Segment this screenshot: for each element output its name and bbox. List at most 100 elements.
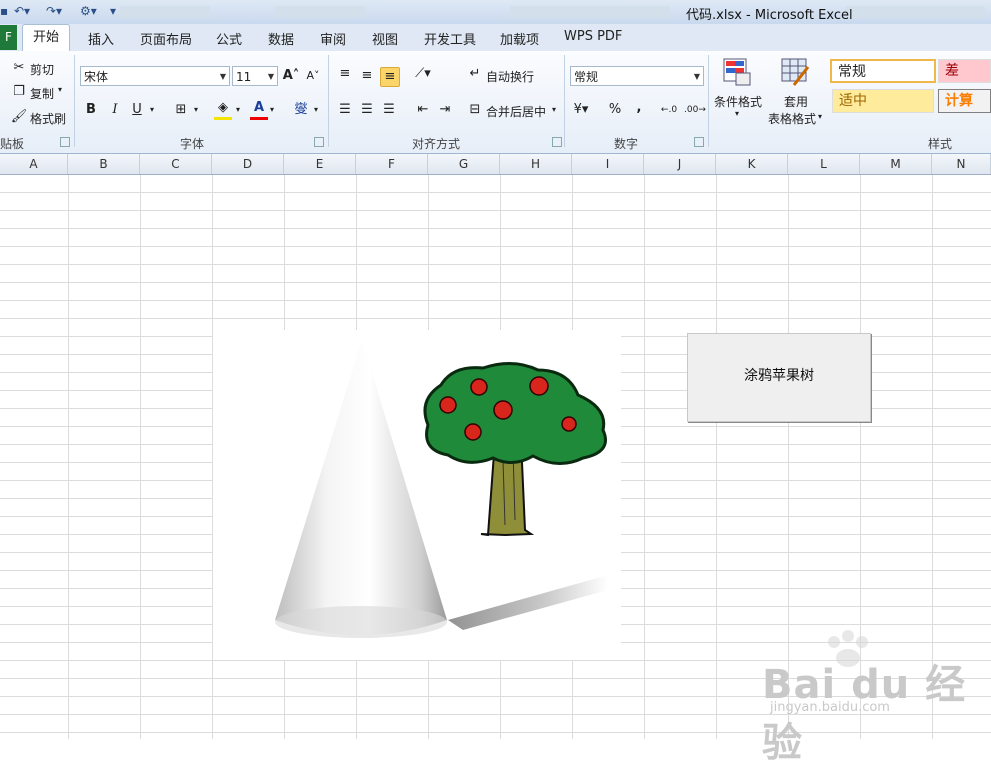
- quick-access-icon[interactable]: ⚙▾: [80, 4, 97, 20]
- format-as-table-icon[interactable]: [780, 57, 810, 87]
- column-header[interactable]: A: [0, 154, 68, 174]
- format-as-table-label-1[interactable]: 套用: [784, 93, 808, 110]
- conditional-format-icon[interactable]: [722, 57, 752, 87]
- title-bar: ▪ ↶▾ ↷▾ ⚙▾ ▾ 代码.xlsx - Microsoft Excel: [0, 0, 991, 24]
- format-painter-button[interactable]: 格式刷: [30, 110, 66, 127]
- chevron-down-icon[interactable]: ▾: [150, 105, 154, 114]
- undo-icon[interactable]: ↶▾: [14, 4, 30, 20]
- percent-button[interactable]: %: [606, 101, 624, 119]
- tab-review[interactable]: 审阅: [320, 29, 346, 48]
- watermark-url: jingyan.baidu.com: [770, 700, 890, 715]
- bold-button[interactable]: B: [82, 101, 100, 119]
- style-normal[interactable]: 常规: [830, 59, 936, 83]
- group-divider: [708, 55, 709, 147]
- tab-developer[interactable]: 开发工具: [424, 29, 476, 48]
- font-name-value: 宋体: [84, 70, 109, 84]
- tab-file[interactable]: F: [0, 25, 17, 50]
- dialog-launcher-icon[interactable]: [694, 137, 704, 147]
- align-top-icon[interactable]: ≡: [336, 65, 354, 83]
- increase-indent-icon[interactable]: ⇥: [436, 101, 454, 119]
- column-header[interactable]: L: [788, 154, 860, 174]
- align-middle-icon[interactable]: ≡: [358, 67, 376, 85]
- align-right-icon[interactable]: ☰: [380, 101, 398, 119]
- currency-icon[interactable]: ¥▾: [572, 101, 590, 119]
- shrink-font-icon[interactable]: A˅: [304, 67, 322, 85]
- group-divider: [328, 55, 329, 147]
- dialog-launcher-icon[interactable]: [552, 137, 562, 147]
- column-header[interactable]: N: [932, 154, 991, 174]
- fill-color-icon[interactable]: ◈: [214, 99, 232, 120]
- tab-wps-pdf[interactable]: WPS PDF: [564, 29, 622, 44]
- style-bad[interactable]: 差: [938, 59, 991, 83]
- column-header[interactable]: I: [572, 154, 644, 174]
- align-left-icon[interactable]: ☰: [336, 101, 354, 119]
- chevron-down-icon[interactable]: ▾: [552, 105, 556, 114]
- chevron-down-icon[interactable]: ▾: [735, 109, 739, 118]
- tab-insert[interactable]: 插入: [88, 29, 114, 48]
- align-bottom-icon[interactable]: ≡: [380, 67, 400, 87]
- save-icon[interactable]: ▪: [0, 4, 8, 20]
- column-header[interactable]: M: [860, 154, 932, 174]
- font-color-button[interactable]: A: [250, 99, 268, 120]
- copy-button[interactable]: 复制: [30, 85, 54, 102]
- column-header[interactable]: C: [140, 154, 212, 174]
- group-label-clipboard: 贴板: [0, 137, 25, 151]
- column-header[interactable]: E: [284, 154, 356, 174]
- merge-center-button[interactable]: 合并后居中: [486, 103, 546, 120]
- phonetic-button[interactable]: 燮: [292, 101, 310, 119]
- grow-font-icon[interactable]: A˄: [282, 67, 300, 85]
- column-header[interactable]: K: [716, 154, 788, 174]
- chevron-down-icon: ▼: [693, 72, 700, 81]
- group-divider: [74, 55, 75, 147]
- style-calculation[interactable]: 计算: [938, 89, 991, 113]
- tab-data[interactable]: 数据: [268, 29, 294, 48]
- apple-tree-macro-button[interactable]: 涂鸦苹果树: [687, 333, 871, 422]
- group-label-alignment: 对齐方式: [412, 137, 461, 151]
- chevron-down-icon[interactable]: ▾: [236, 105, 240, 114]
- inserted-picture[interactable]: [213, 330, 621, 660]
- tab-addins[interactable]: 加载项: [500, 29, 539, 48]
- ribbon-tabs: F 开始 插入 页面布局 公式 数据 审阅 视图 开发工具 加载项 WPS PD…: [0, 24, 991, 52]
- underline-button[interactable]: U: [128, 101, 146, 119]
- column-header[interactable]: B: [68, 154, 140, 174]
- font-name-select[interactable]: 宋体 ▼: [80, 66, 230, 86]
- chevron-down-icon[interactable]: ▾: [58, 85, 62, 94]
- tab-formulas[interactable]: 公式: [216, 29, 242, 48]
- comma-button[interactable]: ,: [630, 99, 648, 117]
- italic-button[interactable]: I: [106, 101, 124, 119]
- wrap-text-button[interactable]: 自动换行: [486, 68, 534, 85]
- cut-button[interactable]: 剪切: [30, 61, 54, 78]
- chevron-down-icon: ▼: [267, 72, 274, 81]
- blurred-tab: [845, 6, 985, 18]
- font-size-select[interactable]: 11 ▼: [232, 66, 278, 86]
- align-center-icon[interactable]: ☰: [358, 101, 376, 119]
- tab-view[interactable]: 视图: [372, 29, 398, 48]
- tab-page-layout[interactable]: 页面布局: [140, 29, 192, 48]
- decrease-decimal-icon[interactable]: .00→: [684, 101, 706, 119]
- blurred-tab: [510, 6, 670, 18]
- chevron-down-icon[interactable]: ▾: [314, 105, 318, 114]
- column-header[interactable]: F: [356, 154, 428, 174]
- redo-icon[interactable]: ↷▾: [46, 4, 62, 20]
- chevron-down-icon[interactable]: ▾: [194, 105, 198, 114]
- decrease-indent-icon[interactable]: ⇤: [414, 101, 432, 119]
- chevron-down-icon[interactable]: ▾: [818, 112, 822, 121]
- dialog-launcher-icon[interactable]: [60, 137, 70, 147]
- conditional-format-icon: [723, 58, 751, 86]
- format-as-table-label-2[interactable]: 表格格式: [768, 110, 816, 127]
- border-icon[interactable]: ⊞: [172, 101, 190, 119]
- number-format-select[interactable]: 常规 ▼: [570, 66, 704, 86]
- style-neutral[interactable]: 适中: [832, 89, 934, 113]
- conditional-format-button[interactable]: 条件格式: [714, 93, 762, 110]
- dialog-launcher-icon[interactable]: [314, 137, 324, 147]
- column-header[interactable]: J: [644, 154, 716, 174]
- chevron-down-icon[interactable]: ▾: [270, 105, 274, 114]
- increase-decimal-icon[interactable]: ←.0: [660, 101, 678, 119]
- orientation-icon[interactable]: ⟋▾: [414, 65, 432, 83]
- ribbon: ✂ 剪切 ❐ 复制 ▾ 🖌 格式刷 贴板 宋体 ▼ 11 ▼ A˄ A˅ B I U…: [0, 51, 991, 154]
- customize-quick-access-icon[interactable]: ▾: [110, 4, 116, 20]
- tab-home[interactable]: 开始: [22, 24, 71, 52]
- column-header[interactable]: G: [428, 154, 500, 174]
- column-header[interactable]: D: [212, 154, 284, 174]
- column-header[interactable]: H: [500, 154, 572, 174]
